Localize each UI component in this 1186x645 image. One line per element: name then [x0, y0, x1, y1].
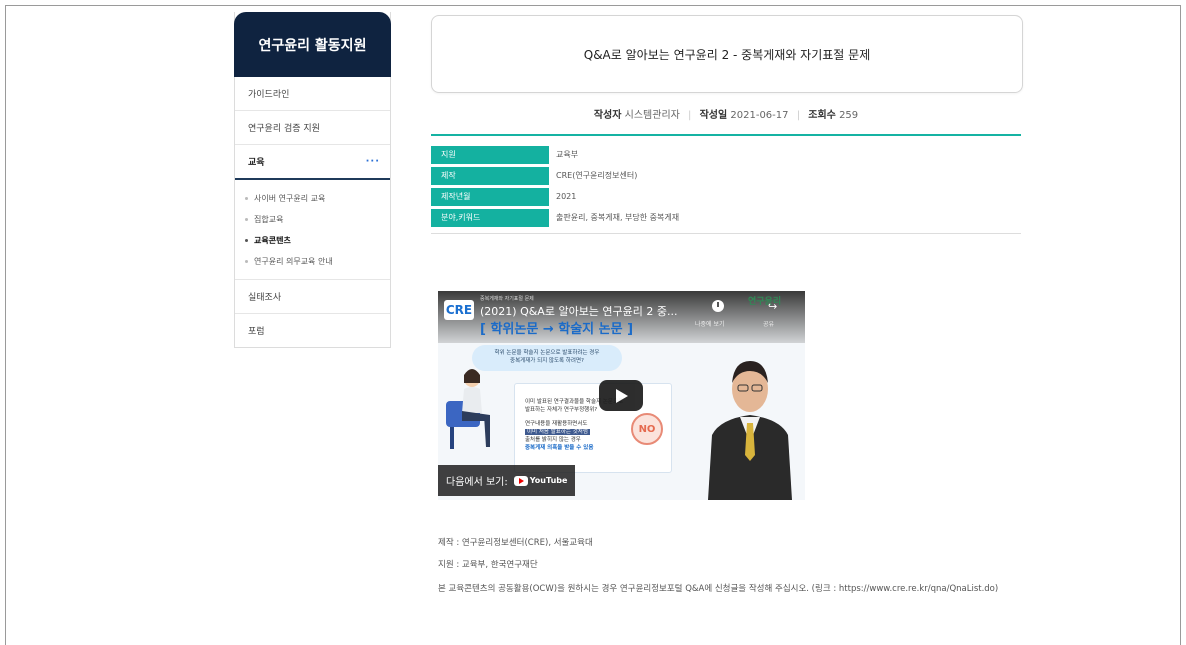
date-value: 2021-06-17: [730, 110, 789, 121]
page-title: Q&A로 알아보는 연구윤리 2 - 중복게재와 자기표절 문제: [583, 47, 871, 62]
bullet-icon: [245, 218, 248, 221]
info-row: 제작 CRE(연구윤리정보센터): [431, 165, 1021, 186]
sidebar-submenu: 사이버 연구윤리 교육 집합교육 교육콘텐츠 연구윤리 의무교육 안내: [235, 180, 390, 280]
info-label: 제작: [431, 166, 549, 185]
sidebar-title: 연구윤리 활동지원: [234, 12, 391, 77]
youtube-text: YouTube: [529, 476, 568, 485]
info-value: 2021: [556, 192, 577, 201]
info-label: 분야,키워드: [431, 208, 549, 227]
submenu-item-contents[interactable]: 교육콘텐츠: [245, 230, 390, 251]
bullet-icon: [245, 239, 248, 242]
bullet-icon: [245, 197, 248, 200]
sidebar-item-label: 교육: [248, 158, 265, 168]
channel-avatar[interactable]: CRE: [444, 300, 474, 320]
panel-text: 중복게재 의혹을 받을 수 있음: [525, 445, 594, 451]
sidebar-item-label: 가이드라인: [248, 90, 290, 100]
watch-later-label[interactable]: 나중에 보기: [695, 319, 725, 328]
panel-text: 이미 처음 발표하는 것처럼: [525, 429, 590, 435]
submenu-label: 연구윤리 의무교육 안내: [254, 257, 333, 266]
submenu-label: 사이버 연구윤리 교육: [254, 194, 326, 203]
more-icon[interactable]: ···: [366, 156, 380, 167]
bubble-text: 학위 논문을 학술지 논문으로 발표하려는 경우: [494, 350, 600, 356]
bullet-icon: [245, 260, 248, 263]
watch-on-label: 다음에서 보기:: [446, 477, 508, 488]
info-row: 제작년월 2021: [431, 186, 1021, 207]
info-table: 지원 교육부 제작 CRE(연구윤리정보센터) 제작년월 2021 분야,키워드…: [431, 134, 1021, 234]
views-value: 259: [839, 110, 859, 121]
info-row: 지원 교육부: [431, 144, 1021, 165]
author-label: 작성자: [593, 110, 622, 121]
submenu-label: 교육콘텐츠: [254, 236, 291, 245]
post-title-box: Q&A로 알아보는 연구윤리 2 - 중복게재와 자기표절 문제: [431, 15, 1023, 93]
share-icon[interactable]: ↪: [768, 300, 777, 313]
bubble-text: 중복게재가 되지 않도록 하려면?: [510, 358, 584, 364]
sidebar-item-education[interactable]: 교육 ···: [235, 145, 390, 180]
sidebar-item-guideline[interactable]: 가이드라인: [235, 77, 390, 111]
video-heading: [ 학위논문 → 학술지 논문 ]: [480, 322, 634, 337]
info-value: CRE(연구윤리정보센터): [556, 171, 638, 180]
sidebar-item-label: 포럼: [248, 327, 265, 337]
views-label: 조회수: [808, 110, 836, 121]
post-meta: 작성자 시스템관리자 | 작성일 2021-06-17 | 조회수 259: [431, 106, 1021, 121]
no-sign-icon: NO: [631, 413, 663, 445]
play-button[interactable]: [599, 380, 643, 411]
panel-text: 이미 발표된 연구결과물을 학술지 논문으로: [525, 399, 624, 405]
author-value: 시스템관리자: [624, 110, 680, 121]
date-label: 작성일: [699, 110, 728, 121]
info-label: 지원: [431, 145, 549, 164]
sidebar-item-survey[interactable]: 실태조사: [235, 280, 390, 314]
youtube-icon: [513, 475, 528, 486]
info-value: 교육부: [556, 150, 579, 159]
info-value: 출판윤리, 중복게재, 부당한 중복게재: [556, 213, 680, 222]
info-row: 분야,키워드 출판윤리, 중복게재, 부당한 중복게재: [431, 207, 1021, 228]
submenu-item-mandatory[interactable]: 연구윤리 의무교육 안내: [245, 251, 390, 272]
sidebar-item-forum[interactable]: 포럼: [235, 314, 390, 347]
woman-illustration-icon: [446, 369, 490, 449]
submenu-item-cyber[interactable]: 사이버 연구윤리 교육: [245, 188, 390, 209]
sidebar-item-label: 연구윤리 검증 지원: [248, 124, 320, 134]
info-label: 제작년월: [431, 187, 549, 206]
divider: |: [796, 110, 801, 121]
video-bubble: 학위 논문을 학술지 논문으로 발표하려는 경우 중복게재가 되지 않도록 하려…: [472, 345, 622, 371]
submenu-label: 집합교육: [254, 215, 284, 224]
submenu-item-group[interactable]: 집합교육: [245, 209, 390, 230]
sidebar-item-verification[interactable]: 연구윤리 검증 지원: [235, 111, 390, 145]
sidebar: 연구윤리 활동지원 가이드라인 연구윤리 검증 지원 교육 ··· 사이버 연구…: [234, 12, 391, 348]
video-subcaption: 중복게재와 자기표절 문제: [480, 296, 534, 302]
video-player[interactable]: 학위 논문을 학술지 논문으로 발표하려는 경우 중복게재가 되지 않도록 하려…: [438, 291, 805, 500]
support-note: 지원 : 교육부, 한국연구재단: [438, 560, 538, 570]
share-label[interactable]: 공유: [763, 319, 774, 328]
production-note: 제작 : 연구윤리정보센터(CRE), 서울교육대: [438, 538, 593, 548]
clock-icon[interactable]: [712, 300, 724, 312]
youtube-logo: YouTube: [513, 475, 568, 486]
sidebar-item-label: 실태조사: [248, 293, 282, 303]
watch-on-youtube-button[interactable]: 다음에서 보기: YouTube: [438, 465, 575, 496]
ocw-notice: 본 교육콘텐츠의 공동활용(OCW)을 원하시는 경우 연구윤리정보포털 Q&A…: [438, 584, 999, 594]
video-title[interactable]: (2021) Q&A로 알아보는 연구윤리 2 중...: [480, 303, 678, 319]
presenter-image: [700, 343, 800, 500]
divider: |: [688, 110, 692, 121]
